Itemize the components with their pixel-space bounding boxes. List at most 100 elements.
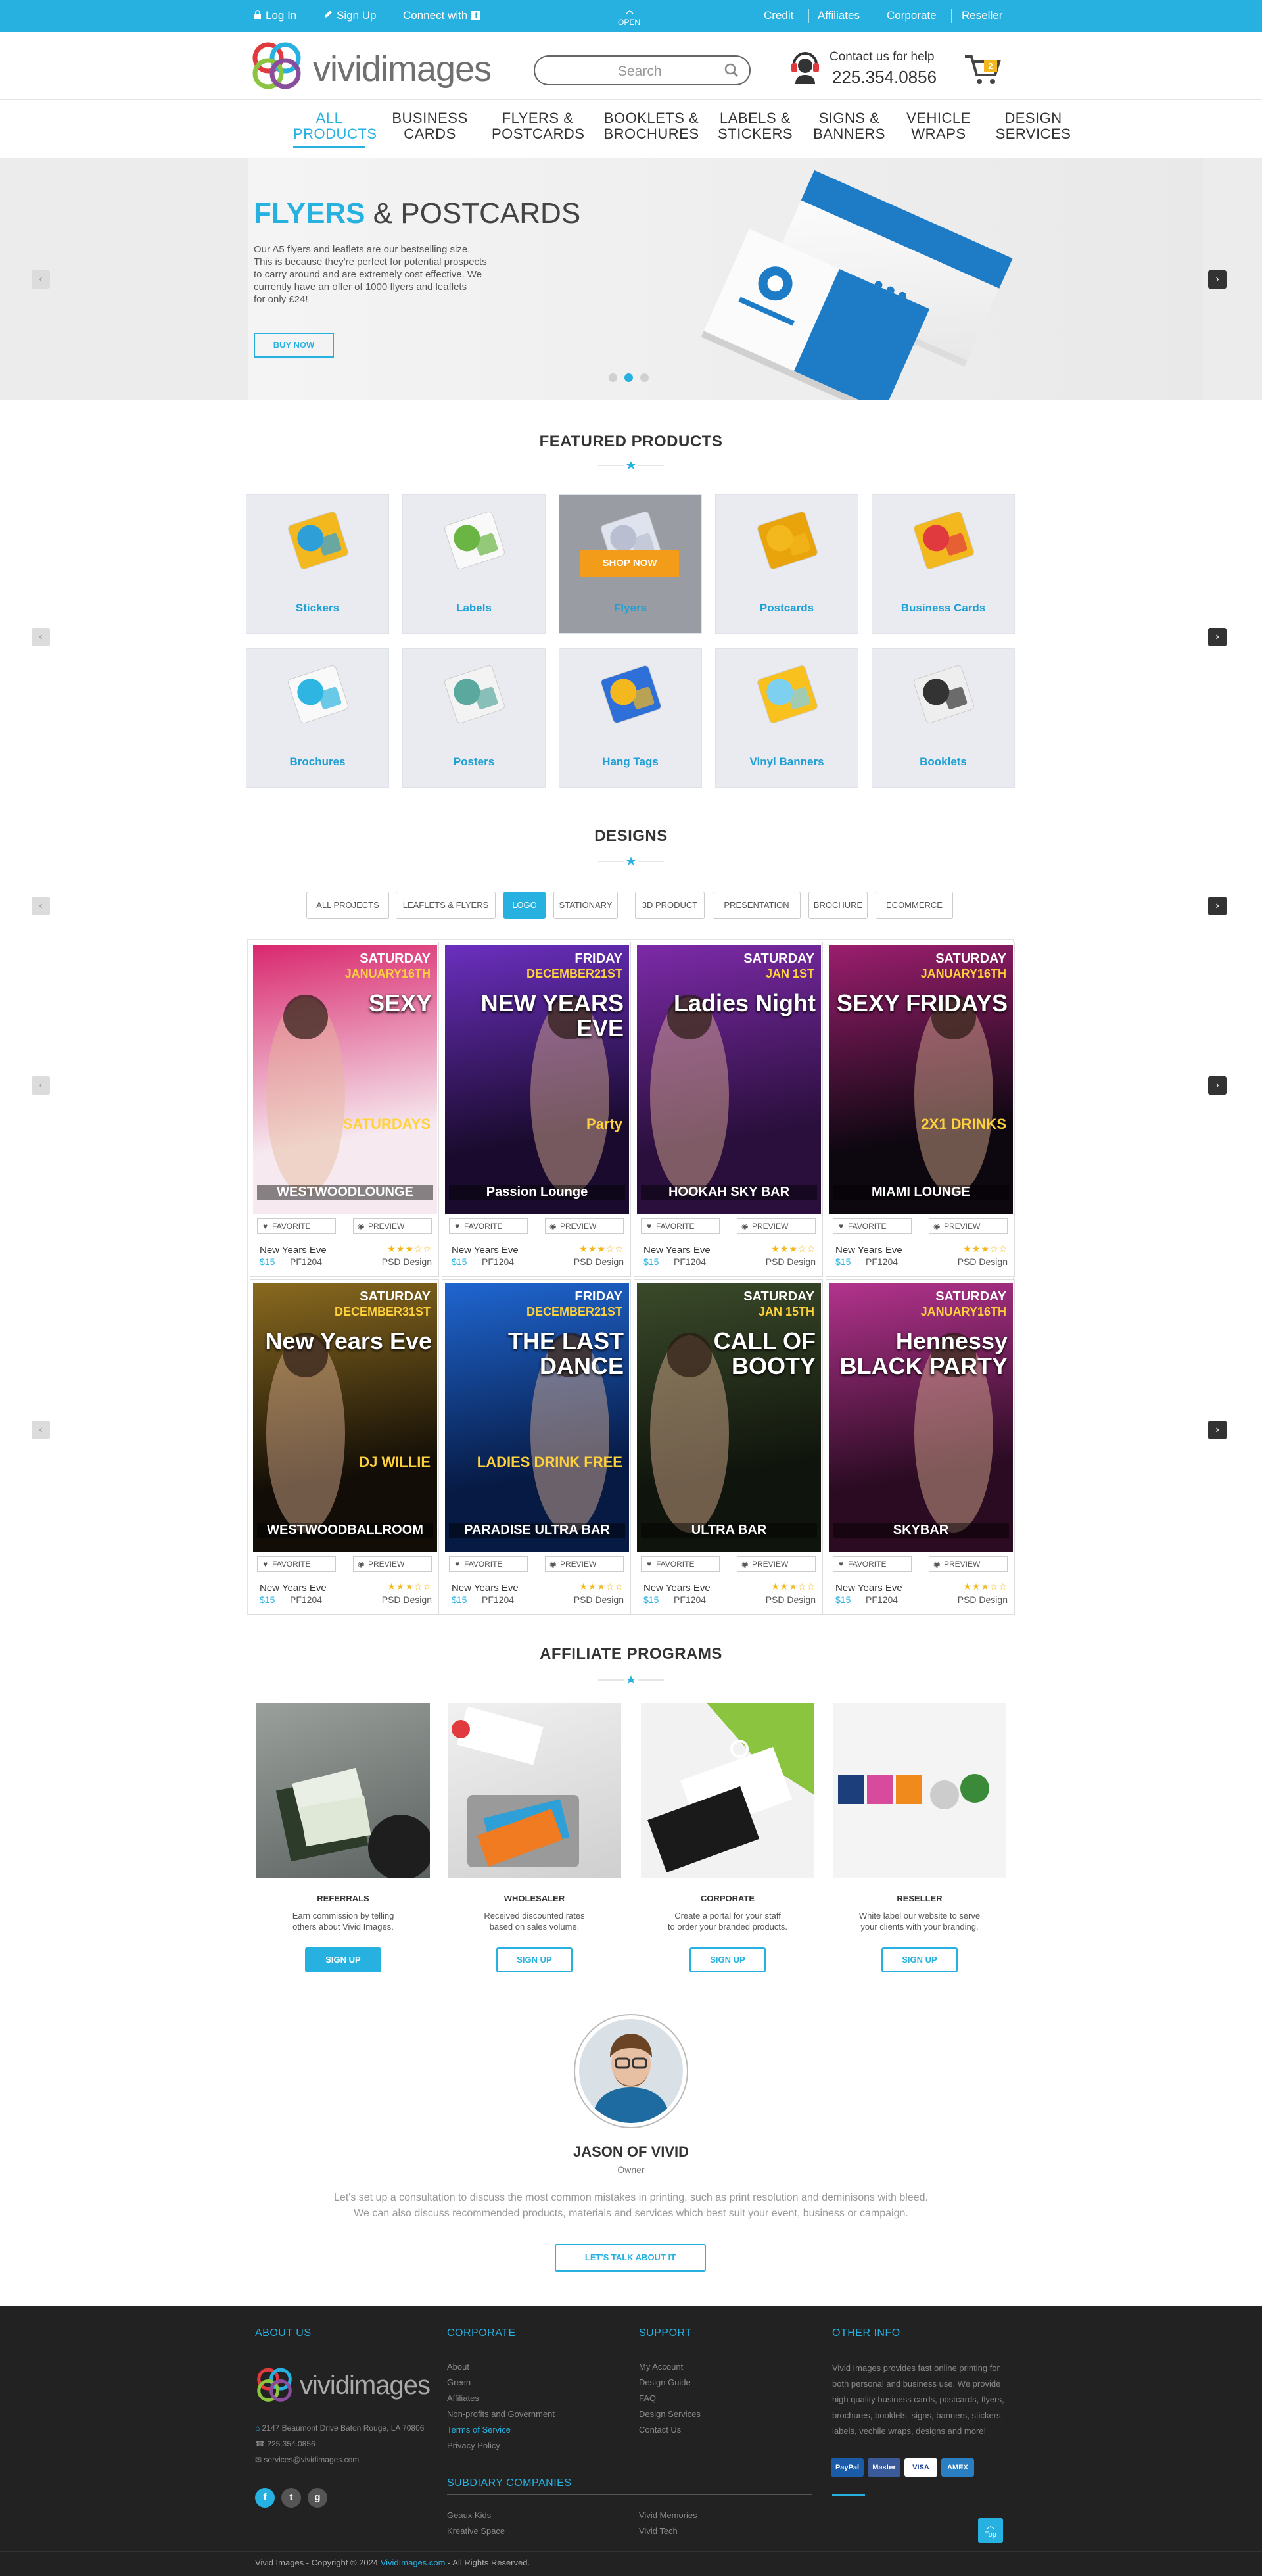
favorite-button[interactable]: ♥ FAVORITE xyxy=(257,1556,336,1572)
footer-link[interactable]: Vivid Tech xyxy=(639,2526,678,2536)
designs-row1-next-arrow[interactable]: › xyxy=(1208,1076,1227,1095)
design-card[interactable]: SATURDAY JANUARY16TH SEXY SATURDAYS WESTWOOD… xyxy=(250,942,439,1277)
footer-link[interactable]: Contact Us xyxy=(639,2425,681,2435)
nav-item-3[interactable]: BOOKLETS & BROCHURES xyxy=(598,110,705,142)
twitter-icon[interactable]: t xyxy=(281,2488,301,2508)
footer-link[interactable]: Affiliates xyxy=(447,2393,479,2403)
preview-button[interactable]: ◉ PREVIEW xyxy=(545,1556,624,1572)
favorite-button[interactable]: ♥ FAVORITE xyxy=(833,1556,912,1572)
footer-link[interactable]: Geaux Kids xyxy=(447,2510,491,2520)
topbar-link-credit[interactable]: Credit xyxy=(764,9,793,22)
design-card[interactable]: SATURDAY JANUARY16TH Hennessy BLACK PARTY S… xyxy=(826,1279,1015,1615)
google-plus-icon[interactable]: g xyxy=(308,2488,327,2508)
design-poster[interactable]: SATURDAY JANUARY16TH Hennessy BLACK PARTY S… xyxy=(829,1283,1013,1552)
featured-next-arrow[interactable]: › xyxy=(1208,628,1227,646)
nav-item-6[interactable]: VEHICLE WRAPS xyxy=(903,110,974,142)
affiliate-signup-button[interactable]: SIGN UP xyxy=(305,1947,381,1972)
hero-next-arrow[interactable]: › xyxy=(1208,270,1227,289)
hero-prev-arrow[interactable]: ‹ xyxy=(32,270,50,289)
topbar-link-affiliates[interactable]: Affiliates xyxy=(818,9,860,22)
product-card-brochures[interactable]: Brochures xyxy=(246,648,389,788)
favorite-button[interactable]: ♥ FAVORITE xyxy=(641,1556,720,1572)
footer-logo[interactable]: vividimages xyxy=(255,2366,439,2406)
footer-link[interactable]: Design Services xyxy=(639,2409,701,2419)
affiliate-signup-button[interactable]: SIGN UP xyxy=(689,1947,766,1972)
filter-stationary[interactable]: STATIONARY xyxy=(553,892,618,919)
logo[interactable]: vividimages xyxy=(250,39,493,93)
design-card[interactable]: FRIDAY DECEMBER21ST NEW YEARS EVE Party Pass… xyxy=(442,942,631,1277)
topbar-link-reseller[interactable]: Reseller xyxy=(962,9,1002,22)
nav-item-1[interactable]: BUSINESS CARDS xyxy=(390,110,469,142)
facebook-icon[interactable]: f xyxy=(255,2488,275,2508)
footer-email[interactable]: ✉ services@vividimages.com xyxy=(255,2455,359,2464)
lets-talk-button[interactable]: LET'S TALK ABOUT IT xyxy=(555,2244,706,2272)
hero-dot[interactable] xyxy=(640,373,649,382)
footer-link[interactable]: About xyxy=(447,2362,469,2372)
nav-item-0[interactable]: ALL PRODUCTS xyxy=(293,110,377,148)
design-poster[interactable]: SATURDAY DECEMBER31ST New Years Eve DJ WILL… xyxy=(253,1283,437,1552)
preview-button[interactable]: ◉ PREVIEW xyxy=(929,1556,1008,1572)
footer-link[interactable]: FAQ xyxy=(639,2393,656,2403)
affiliate-signup-button[interactable]: SIGN UP xyxy=(881,1947,958,1972)
filter-all-projects[interactable]: ALL PROJECTS xyxy=(306,892,389,919)
favorite-button[interactable]: ♥ FAVORITE xyxy=(257,1218,336,1234)
design-card[interactable]: SATURDAY JANUARY16TH SEXY FRIDAYS 2X1 DRINK… xyxy=(826,942,1015,1277)
featured-prev-arrow[interactable]: ‹ xyxy=(32,628,50,646)
filter-logo[interactable]: LOGO xyxy=(503,892,546,919)
design-poster[interactable]: FRIDAY DECEMBER21ST NEW YEARS EVE Party Pass… xyxy=(445,945,629,1214)
design-poster[interactable]: SATURDAY JAN 15TH CALL OF BOOTY ULTRA BAR xyxy=(637,1283,821,1552)
filters-next-arrow[interactable]: › xyxy=(1208,897,1227,915)
filter-brochure[interactable]: BROCHURE xyxy=(808,892,868,919)
product-card-posters[interactable]: Posters xyxy=(402,648,546,788)
nav-item-7[interactable]: DESIGN SERVICES xyxy=(993,110,1074,142)
filter-leaflets-flyers[interactable]: LEAFLETS & FLYERS xyxy=(396,892,496,919)
designs-row2-next-arrow[interactable]: › xyxy=(1208,1421,1227,1439)
filters-prev-arrow[interactable]: ‹ xyxy=(32,897,50,915)
signup-link[interactable]: Sign Up xyxy=(323,9,376,22)
contact-help[interactable]: Contact us for help 225.354.0856 xyxy=(789,46,947,89)
design-poster[interactable]: SATURDAY JANUARY16TH SEXY FRIDAYS 2X1 DRINK… xyxy=(829,945,1013,1214)
filter-presentation[interactable]: PRESENTATION xyxy=(713,892,801,919)
product-card-vinyl-banners[interactable]: Vinyl Banners xyxy=(715,648,858,788)
footer-link[interactable]: Terms of Service xyxy=(447,2425,511,2435)
product-card-business-cards[interactable]: Business Cards xyxy=(872,494,1015,634)
search-icon[interactable] xyxy=(724,63,739,78)
footer-link[interactable]: Vivid Memories xyxy=(639,2510,697,2520)
preview-button[interactable]: ◉ PREVIEW xyxy=(929,1218,1008,1234)
favorite-button[interactable]: ♥ FAVORITE xyxy=(449,1218,528,1234)
design-poster[interactable]: FRIDAY DECEMBER21ST THE LAST DANCE LADIES D… xyxy=(445,1283,629,1552)
back-to-top-button[interactable]: ︿ Top xyxy=(978,2518,1003,2543)
favorite-button[interactable]: ♥ FAVORITE xyxy=(641,1218,720,1234)
copyright-link[interactable]: VividImages.com xyxy=(381,2558,446,2567)
footer-link[interactable]: Non-profits and Government xyxy=(447,2409,555,2419)
login-link[interactable]: Log In xyxy=(254,9,296,22)
preview-button[interactable]: ◉ PREVIEW xyxy=(737,1218,816,1234)
preview-button[interactable]: ◉ PREVIEW xyxy=(353,1556,432,1572)
footer-link[interactable]: Design Guide xyxy=(639,2377,691,2387)
design-card[interactable]: FRIDAY DECEMBER21ST THE LAST DANCE LADIES D… xyxy=(442,1279,631,1615)
design-card[interactable]: SATURDAY DECEMBER31ST New Years Eve DJ WILL… xyxy=(250,1279,439,1615)
product-card-flyers[interactable]: SHOP NOW Flyers xyxy=(559,494,702,634)
open-tab[interactable]: OPEN xyxy=(613,7,645,32)
product-card-booklets[interactable]: Booklets xyxy=(872,648,1015,788)
preview-button[interactable]: ◉ PREVIEW xyxy=(545,1218,624,1234)
footer-link[interactable]: Kreative Space xyxy=(447,2526,505,2536)
hero-dot[interactable] xyxy=(609,373,617,382)
design-card[interactable]: SATURDAY JAN 15TH CALL OF BOOTY ULTRA BAR ♥ F… xyxy=(634,1279,823,1615)
footer-link[interactable]: Privacy Policy xyxy=(447,2441,500,2450)
filter-ecommerce[interactable]: ECOMMERCE xyxy=(876,892,953,919)
product-card-hang-tags[interactable]: Hang Tags xyxy=(559,648,702,788)
filter-3d-product[interactable]: 3D PRODUCT xyxy=(635,892,705,919)
affiliate-signup-button[interactable]: SIGN UP xyxy=(496,1947,573,1972)
favorite-button[interactable]: ♥ FAVORITE xyxy=(833,1218,912,1234)
footer-link[interactable]: My Account xyxy=(639,2362,683,2372)
footer-link[interactable]: Green xyxy=(447,2377,471,2387)
nav-item-2[interactable]: FLYERS & POSTCARDS xyxy=(492,110,584,142)
preview-button[interactable]: ◉ PREVIEW xyxy=(353,1218,432,1234)
designs-row2-prev-arrow[interactable]: ‹ xyxy=(32,1421,50,1439)
product-card-postcards[interactable]: Postcards xyxy=(715,494,858,634)
cart-button[interactable]: 2 xyxy=(964,51,1007,89)
hero-dot[interactable] xyxy=(624,373,633,382)
product-card-stickers[interactable]: Stickers xyxy=(246,494,389,634)
nav-item-5[interactable]: SIGNS & BANNERS xyxy=(811,110,887,142)
